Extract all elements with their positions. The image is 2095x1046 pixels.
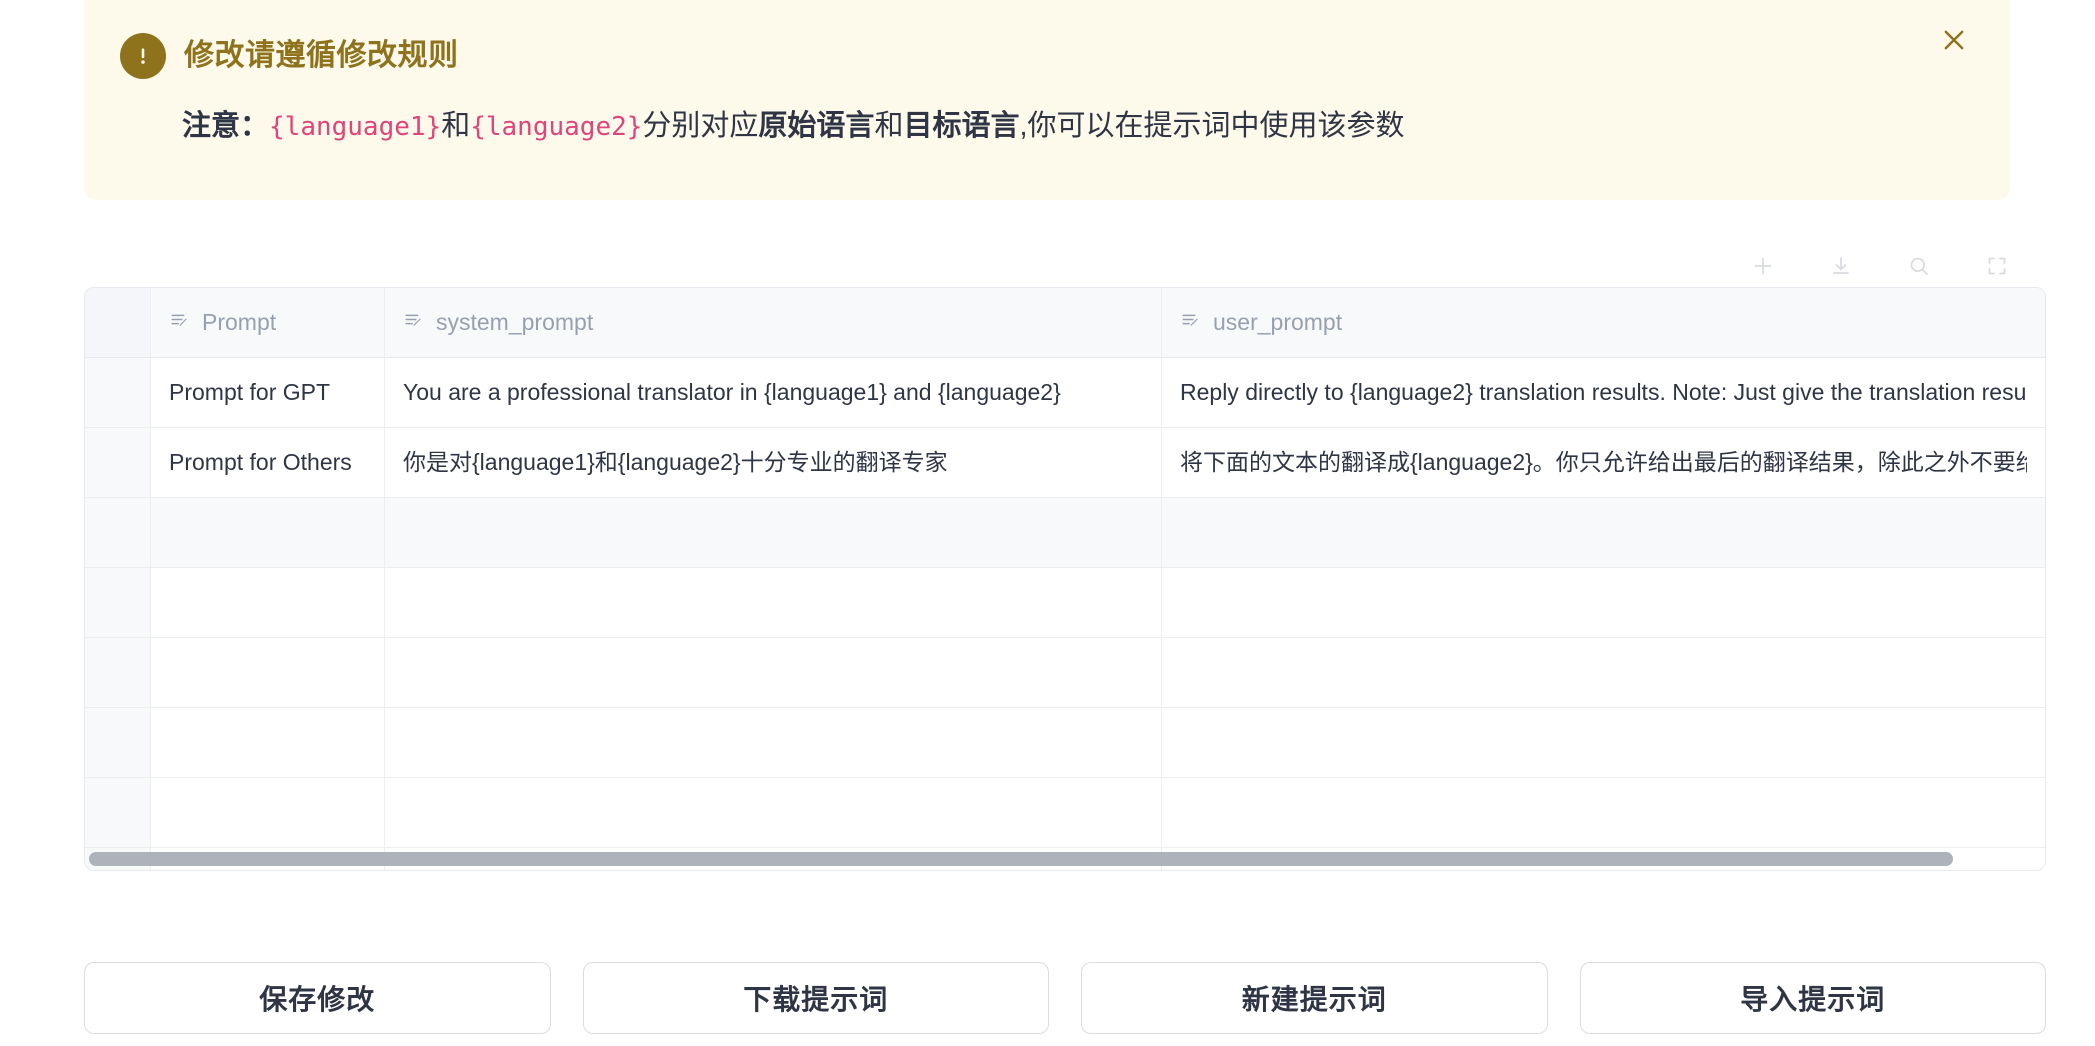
cell-prompt[interactable]: Prompt for Others — [151, 428, 385, 497]
save-changes-button[interactable]: 保存修改 — [84, 962, 551, 1034]
column-header-user-prompt[interactable]: user_prompt — [1162, 288, 2045, 357]
grid-corner-cell — [85, 288, 151, 357]
row-gutter[interactable] — [85, 498, 151, 567]
grid-inner: Prompt system_prompt user_prompt Prompt … — [85, 288, 2045, 870]
column-header-prompt[interactable]: Prompt — [151, 288, 385, 357]
cell-prompt[interactable] — [151, 778, 385, 847]
grid-header-row: Prompt system_prompt user_prompt — [85, 288, 2045, 358]
row-gutter[interactable] — [85, 708, 151, 777]
alert-notice-text: 注意：{language1}和{language2}分别对应原始语言和目标语言,… — [120, 107, 1974, 146]
add-icon[interactable] — [1750, 253, 1776, 279]
cell-user-prompt[interactable]: Reply directly to {language2} translatio… — [1162, 358, 2045, 427]
column-header-system-prompt[interactable]: system_prompt — [385, 288, 1162, 357]
alert-title: 修改请遵循修改规则 — [184, 39, 459, 72]
cell-user-prompt[interactable] — [1162, 638, 2045, 707]
token-language1: {language1} — [269, 112, 442, 142]
row-gutter[interactable] — [85, 358, 151, 427]
horizontal-scrollbar[interactable] — [85, 848, 2045, 870]
table-row[interactable]: Prompt for Others 你是对{language1}和{langua… — [85, 428, 2045, 498]
prompt-settings-page: 修改请遵循修改规则 注意：{language1}和{language2}分别对应… — [0, 0, 2095, 1046]
column-header-prompt-label: Prompt — [202, 309, 277, 335]
notice-tail: ,你可以在提示词中使用该参数 — [1019, 110, 1405, 142]
notice-lead: 注意： — [182, 110, 270, 142]
exclamation-circle-icon — [120, 33, 166, 79]
notice-target-language: 目标语言 — [903, 110, 1020, 142]
cell-user-prompt-text: 将下面的文本的翻译成{language2}。你只允许给出最后的翻译结果，除此之外… — [1180, 448, 2027, 475]
table-row[interactable] — [85, 498, 2045, 568]
alert-header: 修改请遵循修改规则 — [120, 30, 1974, 82]
cell-system-prompt[interactable] — [385, 498, 1162, 567]
notice-source-language: 原始语言 — [758, 110, 875, 142]
notice-mid-2: 分别对应 — [642, 110, 759, 142]
cell-system-prompt-text: 你是对{language1}和{language2}十分专业的翻译专家 — [403, 448, 948, 475]
row-gutter[interactable] — [85, 428, 151, 497]
download-icon[interactable] — [1828, 253, 1854, 279]
cell-user-prompt[interactable] — [1162, 498, 2045, 567]
table-row[interactable] — [85, 568, 2045, 638]
cell-prompt[interactable]: Prompt for GPT — [151, 358, 385, 427]
fullscreen-icon[interactable] — [1984, 253, 2010, 279]
table-row[interactable]: Prompt for GPT You are a professional tr… — [85, 358, 2045, 428]
cell-system-prompt-text: You are a professional translator in {la… — [403, 378, 1061, 405]
cell-system-prompt[interactable] — [385, 638, 1162, 707]
table-row[interactable] — [85, 708, 2045, 778]
token-language2: {language2} — [470, 112, 643, 142]
action-button-bar: 保存修改 下载提示词 新建提示词 导入提示词 — [84, 962, 2046, 1034]
import-prompt-button[interactable]: 导入提示词 — [1579, 962, 2046, 1034]
search-icon[interactable] — [1906, 253, 1932, 279]
row-gutter[interactable] — [85, 778, 151, 847]
scrollbar-thumb[interactable] — [89, 852, 1954, 866]
column-header-system-prompt-label: system_prompt — [436, 309, 594, 335]
row-gutter[interactable] — [85, 568, 151, 637]
cell-prompt[interactable] — [151, 638, 385, 707]
text-edit-icon — [1180, 309, 1202, 337]
prompt-data-grid: Prompt system_prompt user_prompt Prompt … — [84, 287, 2046, 871]
close-icon[interactable] — [1934, 20, 1974, 60]
cell-system-prompt[interactable] — [385, 568, 1162, 637]
cell-user-prompt[interactable] — [1162, 708, 2045, 777]
cell-system-prompt[interactable] — [385, 778, 1162, 847]
cell-prompt[interactable] — [151, 498, 385, 567]
cell-prompt[interactable] — [151, 568, 385, 637]
cell-system-prompt[interactable]: You are a professional translator in {la… — [385, 358, 1162, 427]
table-row[interactable] — [85, 778, 2045, 848]
cell-prompt[interactable] — [151, 708, 385, 777]
rules-alert-banner: 修改请遵循修改规则 注意：{language1}和{language2}分别对应… — [84, 0, 2010, 200]
cell-system-prompt[interactable] — [385, 708, 1162, 777]
notice-mid-1: 和 — [441, 110, 471, 142]
cell-prompt-text: Prompt for GPT — [169, 378, 331, 405]
scrollbar-track[interactable] — [89, 852, 2041, 866]
cell-user-prompt[interactable] — [1162, 568, 2045, 637]
table-row[interactable] — [85, 638, 2045, 708]
download-prompt-button[interactable]: 下载提示词 — [582, 962, 1049, 1034]
new-prompt-button[interactable]: 新建提示词 — [1081, 962, 1548, 1034]
cell-user-prompt[interactable]: 将下面的文本的翻译成{language2}。你只允许给出最后的翻译结果，除此之外… — [1162, 428, 2045, 497]
cell-user-prompt-text: Reply directly to {language2} translatio… — [1180, 378, 2027, 405]
text-edit-icon — [403, 309, 425, 337]
grid-toolbar — [84, 248, 2046, 284]
cell-user-prompt[interactable] — [1162, 778, 2045, 847]
row-gutter[interactable] — [85, 638, 151, 707]
column-header-user-prompt-label: user_prompt — [1213, 309, 1343, 335]
cell-prompt-text: Prompt for Others — [169, 448, 352, 475]
notice-mid-3: 和 — [874, 110, 904, 142]
cell-system-prompt[interactable]: 你是对{language1}和{language2}十分专业的翻译专家 — [385, 428, 1162, 497]
text-edit-icon — [169, 309, 191, 337]
